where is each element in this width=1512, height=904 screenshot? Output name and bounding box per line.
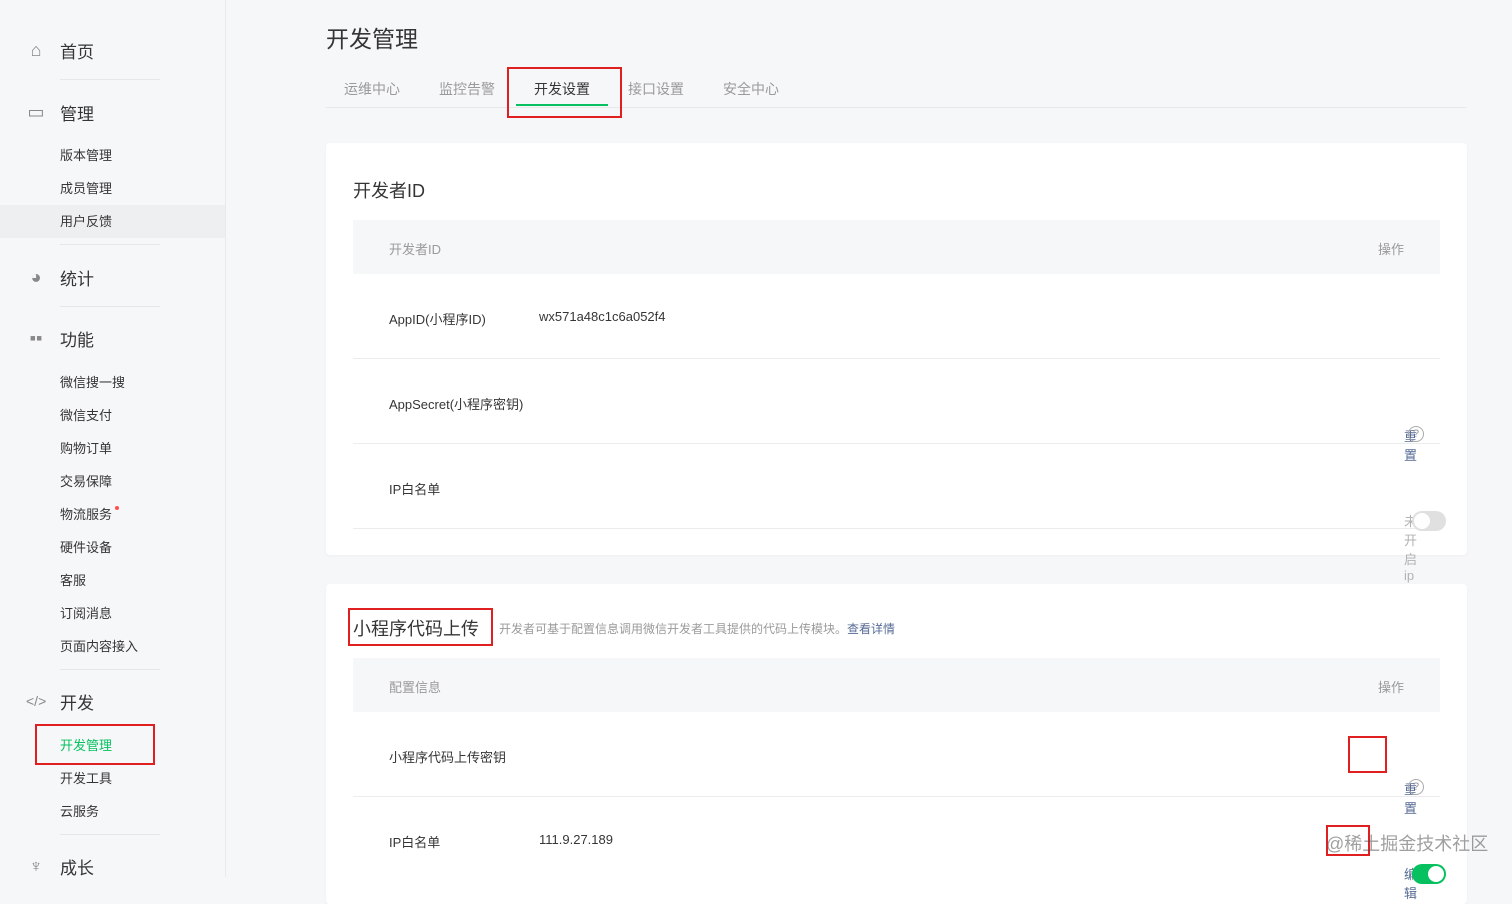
nav-dev-tools[interactable]: 开发工具 (0, 762, 225, 795)
page-title: 开发管理 (326, 26, 418, 52)
nav-feature[interactable]: 客服 (0, 564, 225, 597)
highlight-box (1348, 736, 1387, 773)
nav-feedback[interactable]: 用户反馈 (0, 205, 225, 238)
nav-manage[interactable]: ▭ 管理 (0, 92, 225, 132)
divider (60, 306, 160, 307)
sidebar: ⌂ 首页 ▭ 管理 版本管理 成员管理 用户反馈 ◕ 统计 ▪▪ 功能 微信搜一搜 微信… (0, 0, 226, 878)
highlight-box (507, 67, 622, 118)
card-description: 开发者可基于配置信息调用微信开发者工具提供的代码上传模块。查看详情 (499, 622, 896, 636)
help-icon[interactable]: ? (1408, 779, 1424, 795)
code-upload-card: 小程序代码上传 开发者可基于配置信息调用微信开发者工具提供的代码上传模块。查看详… (326, 584, 1467, 904)
nav-members[interactable]: 成员管理 (0, 172, 225, 205)
nav-feature[interactable]: 页面内容接入 (0, 630, 225, 663)
view-details-link[interactable]: 查看详情 (847, 622, 895, 636)
watermark: @稀土掘金技术社区 (1326, 834, 1489, 854)
home-icon: ⌂ (30, 40, 42, 60)
table-row: AppSecret(小程序密钥) 重置? (353, 359, 1440, 463)
divider (60, 79, 160, 80)
table-header: 开发者ID 操作 (353, 220, 1440, 274)
nav-cloud[interactable]: 云服务 (0, 795, 225, 828)
nav-features[interactable]: ▪▪ 功能 (0, 318, 225, 358)
upload-ip-toggle[interactable] (1412, 864, 1446, 884)
nav-feature[interactable]: 物流服务 (0, 498, 225, 531)
nav-home[interactable]: ⌂ 首页 (0, 30, 225, 70)
grid-icon: ▪▪ (29, 328, 43, 348)
tab-bar: 运维中心 监控告警 开发设置 接口设置 安全中心 (326, 70, 1466, 108)
table-header: 配置信息 操作 (353, 658, 1440, 712)
nav-version[interactable]: 版本管理 (0, 139, 225, 172)
table-row: IP白名单 未开启ip白名单保护 (353, 444, 1446, 677)
divider (60, 244, 160, 245)
table-row: IP白名单 111.9.27.189 编辑 (353, 797, 1446, 901)
tab-monitor[interactable]: 监控告警 (439, 79, 495, 99)
highlight-box (348, 608, 493, 646)
table-row: 小程序代码上传密钥 重置? (353, 712, 1440, 816)
help-icon[interactable]: ? (1408, 426, 1424, 442)
nav-feature[interactable]: 微信支付 (0, 399, 225, 432)
highlight-box (35, 724, 155, 765)
code-icon: </> (26, 693, 47, 709)
tab-api[interactable]: 接口设置 (628, 79, 684, 99)
pie-chart-icon: ◕ (30, 267, 42, 287)
card-title: 开发者ID (353, 181, 425, 201)
nav-feature[interactable]: 交易保障 (0, 465, 225, 498)
tab-security[interactable]: 安全中心 (723, 79, 779, 99)
tab-ops[interactable]: 运维中心 (344, 79, 400, 99)
sprout-icon: ♆ (29, 856, 43, 876)
divider (60, 669, 160, 670)
nav-stats[interactable]: ◕ 统计 (0, 257, 225, 297)
nav-feature[interactable]: 订阅消息 (0, 597, 225, 630)
divider (60, 834, 160, 835)
appid-value: wx571a48c1c6a052f4 (539, 309, 666, 324)
nav-dev[interactable]: </> 开发 (0, 681, 225, 721)
developer-id-card: 开发者ID 开发者ID 操作 AppID(小程序ID) wx571a48c1c6… (326, 143, 1467, 677)
table-row: AppID(小程序ID) wx571a48c1c6a052f4 (353, 274, 1440, 359)
ip-value: 111.9.27.189 (539, 832, 613, 847)
notification-dot (115, 506, 120, 510)
inbox-icon: ▭ (27, 102, 45, 122)
nav-feature[interactable]: 微信搜一搜 (0, 366, 225, 399)
nav-feature[interactable]: 硬件设备 (0, 531, 225, 564)
nav-feature[interactable]: 购物订单 (0, 432, 225, 465)
nav-growth[interactable]: ♆ 成长 (0, 846, 225, 886)
ip-whitelist-toggle[interactable] (1412, 511, 1446, 531)
